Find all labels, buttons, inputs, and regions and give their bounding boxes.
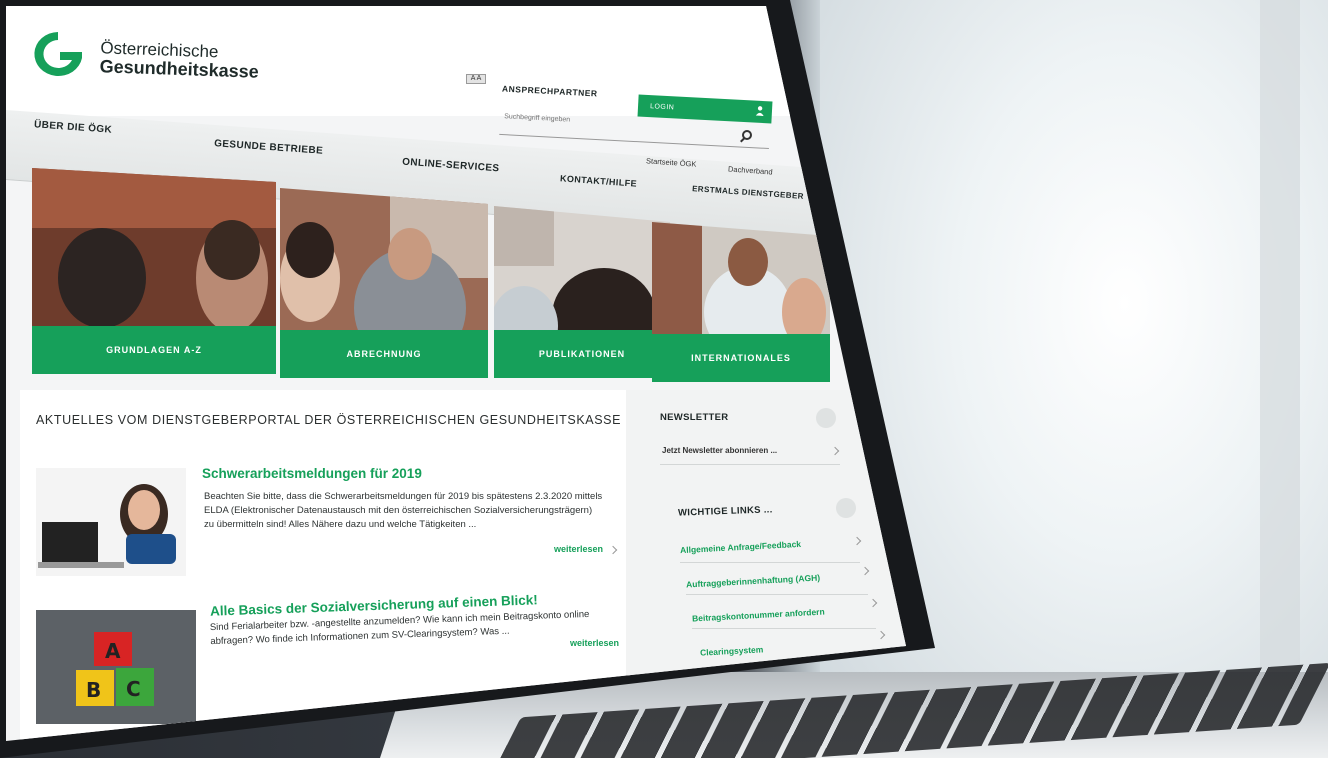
article-thumbnail-2[interactable]: A B C — [36, 610, 196, 724]
tile-label-abrechnung: ABRECHNUNG — [280, 330, 488, 378]
user-icon — [755, 106, 764, 117]
link-chain-icon — [836, 498, 856, 518]
news-heading: AKTUELLES VOM DIENSTGEBERPORTAL DER ÖSTE… — [36, 413, 622, 427]
font-size-toggle[interactable]: A A — [466, 74, 486, 84]
tile-publikationen[interactable]: PUBLIKATIONEN — [494, 206, 670, 378]
divider — [686, 594, 868, 595]
search-icon[interactable] — [742, 130, 752, 140]
newsletter-subscribe-link[interactable]: Jetzt Newsletter abonnieren ... — [662, 446, 777, 455]
tile-label-internationales: INTERNATIONALES — [652, 334, 830, 382]
svg-text:B: B — [86, 678, 101, 702]
article-text-1: Beachten Sie bitte, dass die Schwerarbei… — [204, 491, 603, 530]
abc-blocks-photo: A B C — [36, 610, 196, 724]
read-more-2[interactable]: weiterlesen — [570, 638, 619, 648]
divider — [680, 562, 860, 563]
background-window-frame — [1260, 0, 1300, 700]
newsletter-title: NEWSLETTER — [660, 412, 729, 423]
article-title-1[interactable]: Schwerarbeitsmeldungen für 2019 — [202, 466, 422, 481]
website: Österreichische Gesundheitskasse A A ANS… — [6, 6, 906, 741]
read-more-1[interactable]: weiterlesen — [554, 544, 603, 554]
tile-label-grundlagen: GRUNDLAGEN A-Z — [32, 326, 276, 374]
article-thumbnail-1[interactable] — [36, 468, 186, 576]
login-label: LOGIN — [649, 102, 675, 111]
svg-text:C: C — [126, 677, 141, 701]
brand-name[interactable]: Österreichische Gesundheitskasse — [99, 38, 259, 82]
oegk-logo-icon[interactable] — [26, 28, 90, 80]
divider — [660, 464, 840, 465]
tile-abrechnung[interactable]: ABRECHNUNG — [280, 188, 488, 378]
svg-text:A: A — [105, 639, 121, 663]
tile-label-publikationen: PUBLIKATIONEN — [494, 330, 670, 378]
woman-laptop-photo — [36, 468, 186, 576]
tile-grundlagen[interactable]: GRUNDLAGEN A-Z — [32, 168, 276, 374]
divider — [692, 628, 876, 629]
newsletter-mail-icon — [816, 408, 836, 428]
tile-internationales[interactable]: INTERNATIONALES — [652, 222, 830, 382]
laptop-screen: Österreichische Gesundheitskasse A A ANS… — [6, 6, 906, 741]
